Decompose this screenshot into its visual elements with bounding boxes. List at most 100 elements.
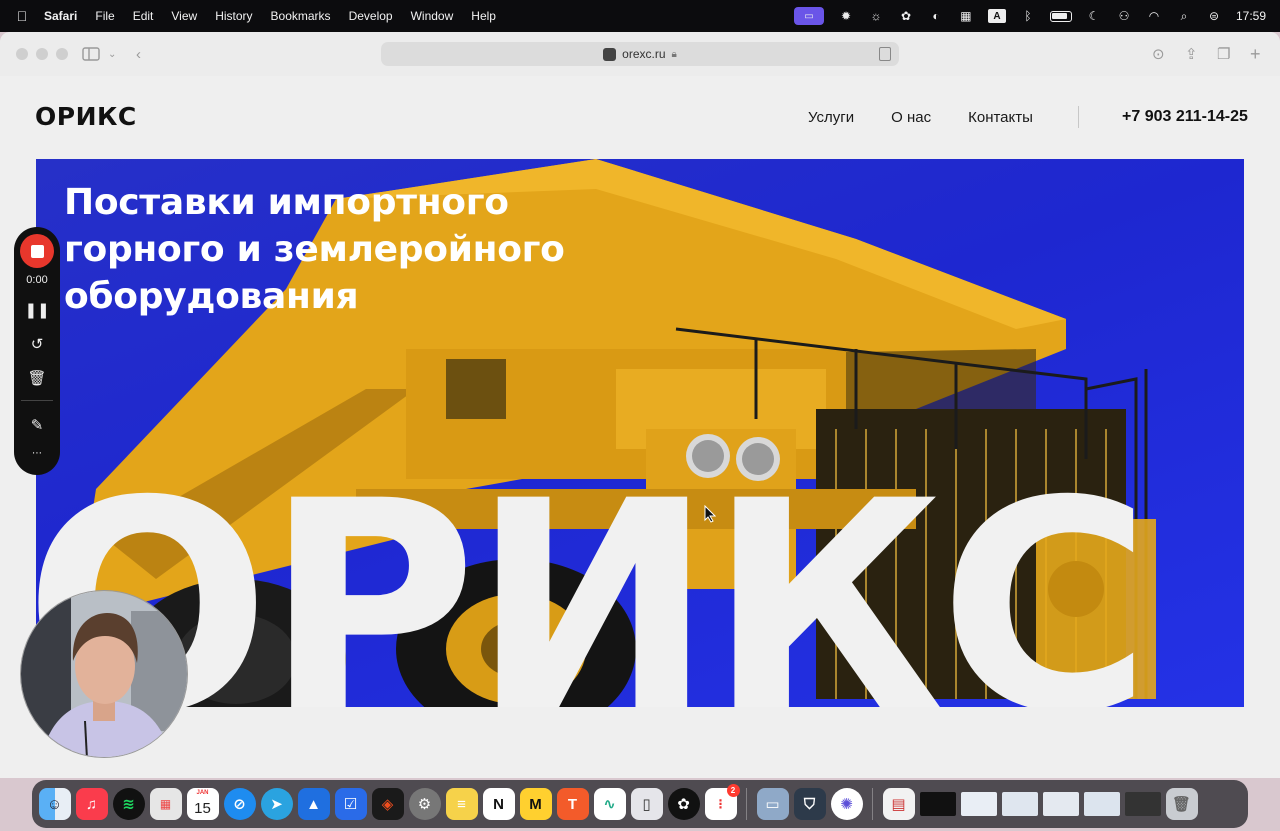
stop-icon xyxy=(30,244,44,258)
phone-link[interactable]: +7 903 211-14-25 xyxy=(1122,108,1248,126)
window-thumbnail-2[interactable] xyxy=(960,792,997,816)
spotify-icon[interactable]: ≋ xyxy=(112,788,145,820)
figma-icon[interactable]: ◈ xyxy=(371,788,404,820)
browser-toolbar: ⌄ ‹ orexc.ru 🔒︎ ⊙ ⇪ ❐ + xyxy=(0,32,1280,76)
reader-mode-icon[interactable] xyxy=(879,47,891,61)
safari-window: ⌄ ‹ orexc.ru 🔒︎ ⊙ ⇪ ❐ + ОРИКС Услуги О н… xyxy=(0,32,1280,778)
recording-toolbar: 0:00 ❚❚ ↺ 🗑︎ ✎ ⋯ xyxy=(14,227,60,475)
miro-icon[interactable]: M xyxy=(519,788,552,820)
menu-file[interactable]: File xyxy=(95,9,114,23)
menu-edit[interactable]: Edit xyxy=(133,9,154,23)
chatgpt-icon[interactable]: ✿ xyxy=(667,788,700,820)
presenter-avatar xyxy=(21,591,187,757)
control-center-icon[interactable]: ⊜ xyxy=(1206,8,1222,24)
window-controls xyxy=(16,48,68,60)
url-text: orexc.ru xyxy=(622,47,666,61)
zoom-window-button[interactable] xyxy=(56,48,68,60)
input-source-indicator[interactable]: A xyxy=(987,9,1006,23)
site-nav: Услуги О нас Контакты xyxy=(808,109,1033,126)
system-settings-icon[interactable]: ⚙ xyxy=(408,788,441,820)
music-icon[interactable]: ♫ xyxy=(75,788,108,820)
hero-title-line-2: горного и землеройного xyxy=(64,229,565,270)
tabs-overview-icon[interactable]: ❐ xyxy=(1217,44,1230,64)
recorder-divider xyxy=(21,400,53,401)
lock-icon: 🔒︎ xyxy=(671,48,677,60)
menu-bar:  Safari File Edit View History Bookmark… xyxy=(0,0,1280,32)
battery-icon[interactable] xyxy=(1049,10,1072,22)
stop-recording-button[interactable] xyxy=(20,234,54,268)
document-thumbnail[interactable]: ▤ xyxy=(882,788,915,820)
menu-develop[interactable]: Develop xyxy=(349,9,393,23)
apple-menu-icon[interactable]:  xyxy=(0,8,44,24)
share-icon[interactable]: ⇪ xyxy=(1185,44,1198,64)
window-thumbnail-6[interactable] xyxy=(1124,792,1161,816)
more-dots-icon[interactable]: ⋯ xyxy=(27,443,47,463)
testflight-icon[interactable]: ▲ xyxy=(297,788,330,820)
typora-icon[interactable]: T xyxy=(556,788,589,820)
tasks-icon[interactable]: ☑ xyxy=(334,788,367,820)
moon-icon[interactable]: ☾ xyxy=(1086,8,1102,24)
nav-about[interactable]: О нас xyxy=(891,109,931,126)
chevron-down-icon[interactable]: ⌄ xyxy=(108,44,116,64)
openai-icon[interactable]: ✿ xyxy=(898,8,914,24)
menu-help[interactable]: Help xyxy=(471,9,496,23)
restart-icon[interactable]: ↺ xyxy=(27,334,47,354)
nav-divider xyxy=(1078,106,1079,128)
menu-bookmarks[interactable]: Bookmarks xyxy=(271,9,331,23)
calendar-day: 15 xyxy=(194,799,211,817)
shield-app-icon[interactable]: ⛉ xyxy=(793,788,826,820)
preview-icon[interactable]: ▭ xyxy=(756,788,789,820)
minimize-window-button[interactable] xyxy=(36,48,48,60)
freeform-icon[interactable]: ∿ xyxy=(593,788,626,820)
menubar-clock[interactable]: 17:59 xyxy=(1236,9,1266,23)
pencil-icon[interactable]: ✎ xyxy=(27,415,47,435)
contrast-icon[interactable]: ◐ xyxy=(928,8,944,24)
menu-history[interactable]: History xyxy=(215,9,252,23)
trash-can-icon[interactable]: 🗑︎ xyxy=(1165,788,1198,820)
menu-view[interactable]: View xyxy=(171,9,197,23)
web-page: ОРИКС Услуги О нас Контакты +7 903 211-1… xyxy=(0,76,1280,778)
iphone-mirroring-icon[interactable]: ▯ xyxy=(630,788,663,820)
finder-icon[interactable]: ☺ xyxy=(38,788,71,820)
hero-big-logo-text: ОРИКС xyxy=(36,440,1152,708)
safari-icon[interactable]: ⊘ xyxy=(223,788,256,820)
site-logo[interactable]: ОРИКС xyxy=(35,102,137,131)
vpn-icon[interactable]: ⚇ xyxy=(1116,8,1132,24)
keyboard-icon[interactable]: ▦ xyxy=(958,8,974,24)
new-tab-icon[interactable]: + xyxy=(1250,44,1261,64)
sun-icon[interactable]: ☼ xyxy=(868,8,884,24)
notion-icon[interactable]: N xyxy=(482,788,515,820)
menu-app-name[interactable]: Safari xyxy=(44,9,77,23)
window-thumbnail-5[interactable] xyxy=(1083,792,1120,816)
dock: ☺ ♫ ≋ ▦ JAN 15 ⊘ ➤ ▲ ☑ ◈ ⚙ ≡ N M T ∿ ▯ ✿… xyxy=(32,780,1248,828)
nav-services[interactable]: Услуги xyxy=(808,109,854,126)
screen-share-icon[interactable]: ▭ xyxy=(793,7,824,25)
nav-contacts[interactable]: Контакты xyxy=(968,109,1033,126)
site-favicon xyxy=(603,47,617,61)
brightness-icon[interactable]: ✹ xyxy=(838,8,854,24)
spotlight-search-icon[interactable]: ⌕ xyxy=(1176,8,1192,24)
menu-window[interactable]: Window xyxy=(411,9,454,23)
mouse-cursor-icon xyxy=(704,505,716,523)
window-thumbnail-3[interactable] xyxy=(1001,792,1038,816)
perplexity-icon[interactable]: ✺ xyxy=(830,788,863,820)
back-arrow-icon[interactable]: ‹ xyxy=(136,44,141,64)
calendar-icon[interactable]: JAN 15 xyxy=(186,788,219,820)
sidebar-toggle-icon[interactable] xyxy=(82,44,100,64)
trash-icon[interactable]: 🗑︎ xyxy=(27,368,47,388)
wifi-icon[interactable]: ◠ xyxy=(1146,8,1162,24)
download-icon[interactable]: ⊙ xyxy=(1152,44,1165,64)
reminders-icon[interactable]: ⋮ 2 xyxy=(704,784,740,820)
dock-separator xyxy=(746,788,747,820)
window-thumbnail-1[interactable] xyxy=(919,792,956,816)
close-window-button[interactable] xyxy=(16,48,28,60)
recording-timer: 0:00 xyxy=(26,274,48,286)
webcam-bubble[interactable] xyxy=(20,590,188,758)
telegram-icon[interactable]: ➤ xyxy=(260,788,293,820)
bluetooth-icon[interactable]: ᛒ xyxy=(1020,8,1036,24)
address-bar[interactable]: orexc.ru 🔒︎ xyxy=(381,42,899,66)
window-thumbnail-4[interactable] xyxy=(1042,792,1079,816)
launchpad-icon[interactable]: ▦ xyxy=(149,788,182,820)
notes-icon[interactable]: ≡ xyxy=(445,788,478,820)
pause-icon[interactable]: ❚❚ xyxy=(24,300,49,320)
